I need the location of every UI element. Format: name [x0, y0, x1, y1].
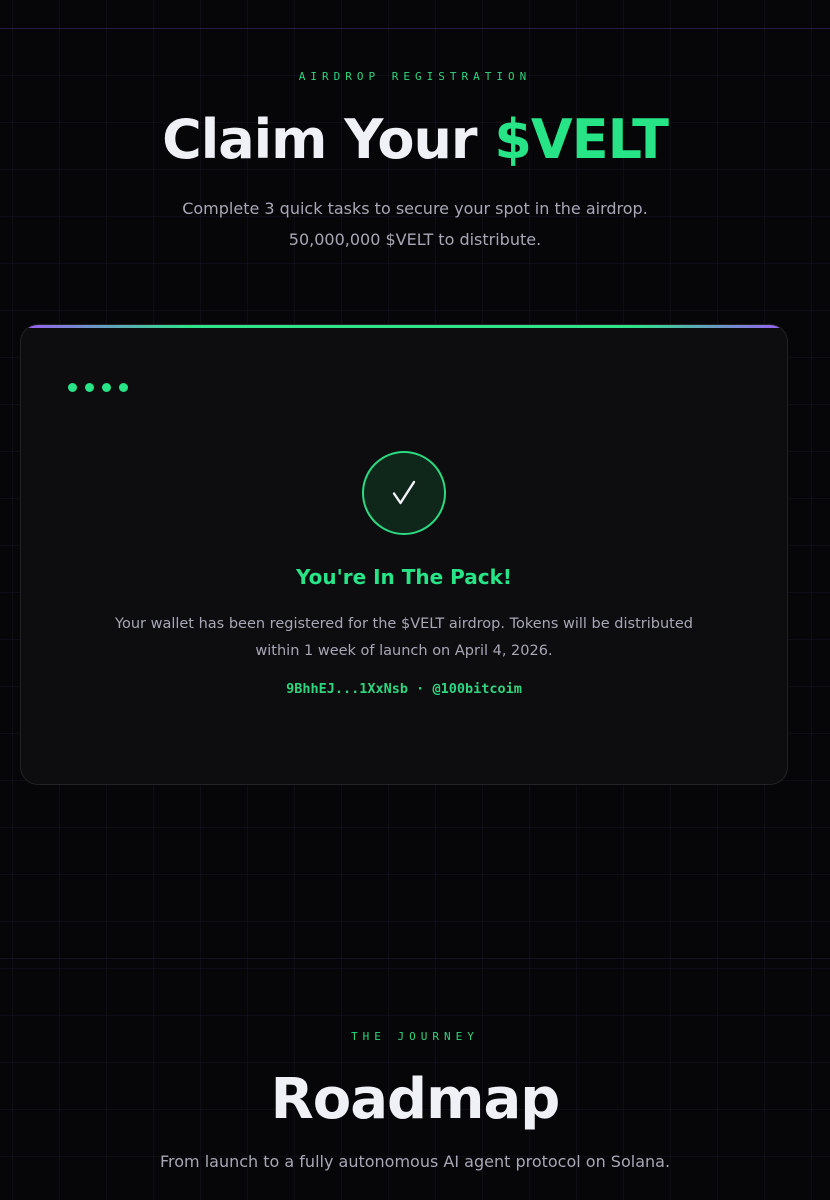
- roadmap-eyebrow: THE JOURNEY: [351, 1030, 479, 1043]
- step-dot: [102, 383, 111, 392]
- success-description: Your wallet has been registered for the …: [61, 611, 747, 665]
- check-icon: [392, 480, 416, 505]
- wallet-and-handle: 9BhhEJ...1XxNsb · @100bitcoim: [286, 681, 522, 697]
- hero-title-prefix: Claim Your: [162, 108, 495, 171]
- success-badge: [362, 451, 446, 535]
- step-dot: [85, 383, 94, 392]
- hero-subtitle-line2: 50,000,000 $VELT to distribute.: [288, 230, 542, 249]
- step-progress-dots: [68, 383, 128, 392]
- hero-subtitle: Complete 3 quick tasks to secure your sp…: [0, 193, 830, 255]
- success-description-line1: Your wallet has been registered for the …: [115, 616, 693, 632]
- registration-card: You're In The Pack! Your wallet has been…: [20, 324, 788, 785]
- hero-title: Claim Your $VELT: [0, 102, 830, 178]
- section-divider: [0, 958, 830, 959]
- success-description-line2: within 1 week of launch on April 4, 2026…: [255, 643, 553, 659]
- step-dot: [68, 383, 77, 392]
- top-divider: [0, 28, 830, 29]
- roadmap-title: Roadmap: [270, 1067, 561, 1132]
- airdrop-eyebrow: AIRDROP REGISTRATION: [298, 70, 532, 83]
- card-gradient-bar: [21, 325, 787, 328]
- step-dot: [119, 383, 128, 392]
- hero-subtitle-line1: Complete 3 quick tasks to secure your sp…: [182, 199, 648, 218]
- roadmap-subtitle: From launch to a fully autonomous AI age…: [159, 1152, 671, 1171]
- hero-title-token: $VELT: [494, 108, 669, 171]
- success-title: You're In The Pack!: [295, 565, 513, 589]
